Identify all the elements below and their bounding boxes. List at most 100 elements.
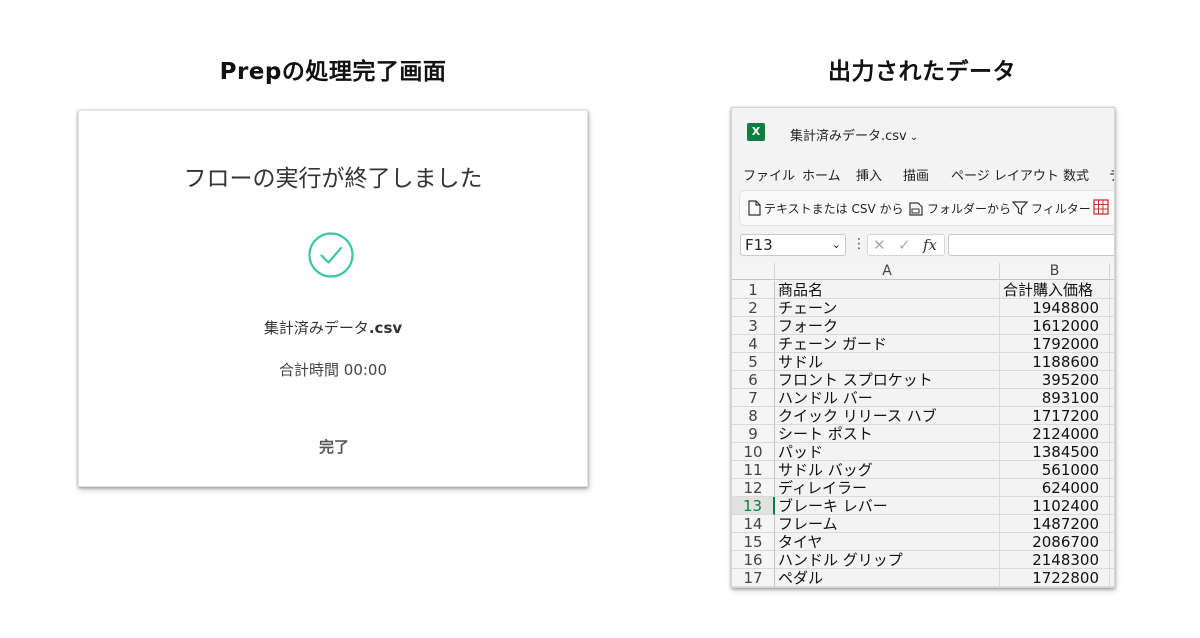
cell[interactable]: サドル bbox=[775, 353, 1000, 371]
done-button[interactable]: 完了 bbox=[284, 434, 384, 458]
tab-insert[interactable]: 挿入 bbox=[856, 165, 882, 184]
filter-button[interactable]: フィルター bbox=[1011, 200, 1091, 217]
cell[interactable]: 1384500 bbox=[1000, 443, 1110, 461]
cell[interactable]: 2124000 bbox=[1000, 425, 1110, 443]
cell[interactable] bbox=[1110, 335, 1114, 353]
tab-home[interactable]: ホーム bbox=[802, 165, 841, 184]
cell[interactable]: 1722800 bbox=[1000, 569, 1110, 587]
cell[interactable] bbox=[1110, 407, 1114, 425]
cell[interactable]: 624000 bbox=[1000, 479, 1110, 497]
cell[interactable]: フロント スプロケット bbox=[775, 371, 1000, 389]
insert-function-icon[interactable]: fx bbox=[923, 236, 937, 254]
formula-input[interactable] bbox=[948, 234, 1114, 256]
cell[interactable] bbox=[1110, 461, 1114, 479]
tab-page-layout[interactable]: ページ レイアウト bbox=[951, 165, 1059, 184]
from-text-csv-button[interactable]: テキストまたは CSV から bbox=[748, 200, 903, 217]
cell[interactable]: 1792000 bbox=[1000, 335, 1110, 353]
cell[interactable]: タイヤ bbox=[775, 533, 1000, 551]
cell[interactable]: サドル バッグ bbox=[775, 461, 1000, 479]
cell[interactable]: 1102400 bbox=[1000, 497, 1110, 515]
cell[interactable] bbox=[1110, 317, 1114, 335]
row-number[interactable]: 3 bbox=[732, 317, 775, 335]
cell[interactable] bbox=[1110, 569, 1114, 587]
cell[interactable]: チェーン bbox=[775, 299, 1000, 317]
cell[interactable] bbox=[1110, 533, 1114, 551]
cell[interactable]: 2086700 bbox=[1000, 533, 1110, 551]
cell[interactable]: 561000 bbox=[1000, 461, 1110, 479]
column-header-c[interactable] bbox=[1110, 263, 1114, 280]
cell[interactable]: 商品名 bbox=[775, 281, 1000, 299]
cell[interactable]: ブレーキ レバー bbox=[775, 497, 1000, 515]
cell[interactable] bbox=[1110, 425, 1114, 443]
name-box[interactable]: F13 ⌄ bbox=[740, 234, 846, 256]
cell[interactable]: フレーム bbox=[775, 515, 1000, 533]
cell[interactable]: ペダル bbox=[775, 569, 1000, 587]
prep-completion-dialog: フローの実行が終了しました 集計済みデータ.csv 合計時間 00:00 完了 bbox=[78, 110, 588, 487]
cell[interactable] bbox=[1110, 443, 1114, 461]
cell[interactable] bbox=[1110, 371, 1114, 389]
vertical-dots-icon[interactable]: ⋮ bbox=[852, 236, 866, 252]
tab-draw[interactable]: 描画 bbox=[903, 165, 929, 184]
cell[interactable]: チェーン ガード bbox=[775, 335, 1000, 353]
document-icon bbox=[748, 200, 761, 216]
cell[interactable]: ハンドル グリップ bbox=[775, 551, 1000, 569]
cell[interactable]: 893100 bbox=[1000, 389, 1110, 407]
elapsed-time: 合計時間 00:00 bbox=[79, 359, 587, 380]
cell[interactable] bbox=[1110, 353, 1114, 371]
row-number[interactable]: 16 bbox=[732, 551, 775, 569]
table-grid-icon bbox=[1093, 199, 1109, 215]
cell[interactable]: シート ポスト bbox=[775, 425, 1000, 443]
cancel-icon[interactable]: ✕ bbox=[873, 236, 886, 254]
file-name-dropdown[interactable]: 集計済みデータ.csv ⌄ bbox=[790, 125, 918, 144]
cell[interactable]: 1717200 bbox=[1000, 407, 1110, 425]
cell[interactable]: 合計購入価格 bbox=[1000, 281, 1110, 299]
cell[interactable] bbox=[1110, 389, 1114, 407]
row-number[interactable]: 9 bbox=[732, 425, 775, 443]
row-number[interactable]: 17 bbox=[732, 569, 775, 587]
cell[interactable]: 1612000 bbox=[1000, 317, 1110, 335]
cell[interactable]: フォーク bbox=[775, 317, 1000, 335]
row-number[interactable]: 8 bbox=[732, 407, 775, 425]
row-number[interactable]: 5 bbox=[732, 353, 775, 371]
cell[interactable] bbox=[1110, 281, 1114, 299]
cell[interactable]: クイック リリース ハブ bbox=[775, 407, 1000, 425]
row-number[interactable]: 7 bbox=[732, 389, 775, 407]
cell[interactable] bbox=[1110, 515, 1114, 533]
row-number[interactable]: 10 bbox=[732, 443, 775, 461]
cell[interactable]: ハンドル バー bbox=[775, 389, 1000, 407]
row-number[interactable]: 11 bbox=[732, 461, 775, 479]
column-header-a[interactable]: A bbox=[775, 263, 1000, 280]
cell[interactable]: 1948800 bbox=[1000, 299, 1110, 317]
cell[interactable] bbox=[1110, 299, 1114, 317]
row-number[interactable]: 15 bbox=[732, 533, 775, 551]
table-row: 5 サドル 1188600 bbox=[732, 353, 1114, 371]
select-all-corner[interactable] bbox=[732, 263, 775, 280]
tab-formulas[interactable]: 数式 bbox=[1063, 165, 1089, 184]
tab-file[interactable]: ファイル bbox=[743, 165, 795, 184]
row-number[interactable]: 4 bbox=[732, 335, 775, 353]
cell[interactable]: 1487200 bbox=[1000, 515, 1110, 533]
cell[interactable]: パッド bbox=[775, 443, 1000, 461]
cell[interactable]: 395200 bbox=[1000, 371, 1110, 389]
confirm-icon[interactable]: ✓ bbox=[898, 236, 911, 254]
table-grid-button[interactable] bbox=[1093, 199, 1112, 215]
row-number[interactable]: 14 bbox=[732, 515, 775, 533]
success-check-icon bbox=[308, 232, 354, 278]
row-number[interactable]: 13 bbox=[732, 497, 775, 515]
column-header-b[interactable]: B bbox=[1000, 263, 1110, 280]
row-number[interactable]: 2 bbox=[732, 299, 775, 317]
cell[interactable] bbox=[1110, 497, 1114, 515]
table-row: 13 ブレーキ レバー 1102400 bbox=[732, 497, 1114, 515]
from-folder-button[interactable]: フォルダーから bbox=[909, 200, 1011, 217]
row-number[interactable]: 12 bbox=[732, 479, 775, 497]
cell[interactable]: ディレイラー bbox=[775, 479, 1000, 497]
cell[interactable]: 2148300 bbox=[1000, 551, 1110, 569]
cell[interactable] bbox=[1110, 551, 1114, 569]
tab-data[interactable]: デ bbox=[1109, 165, 1114, 184]
formula-actions: ✕ ✓ fx bbox=[867, 234, 945, 256]
cell[interactable]: 1188600 bbox=[1000, 353, 1110, 371]
cell[interactable] bbox=[1110, 479, 1114, 497]
row-number[interactable]: 1 bbox=[732, 281, 775, 299]
row-number[interactable]: 6 bbox=[732, 371, 775, 389]
table-row: 4 チェーン ガード 1792000 bbox=[732, 335, 1114, 353]
